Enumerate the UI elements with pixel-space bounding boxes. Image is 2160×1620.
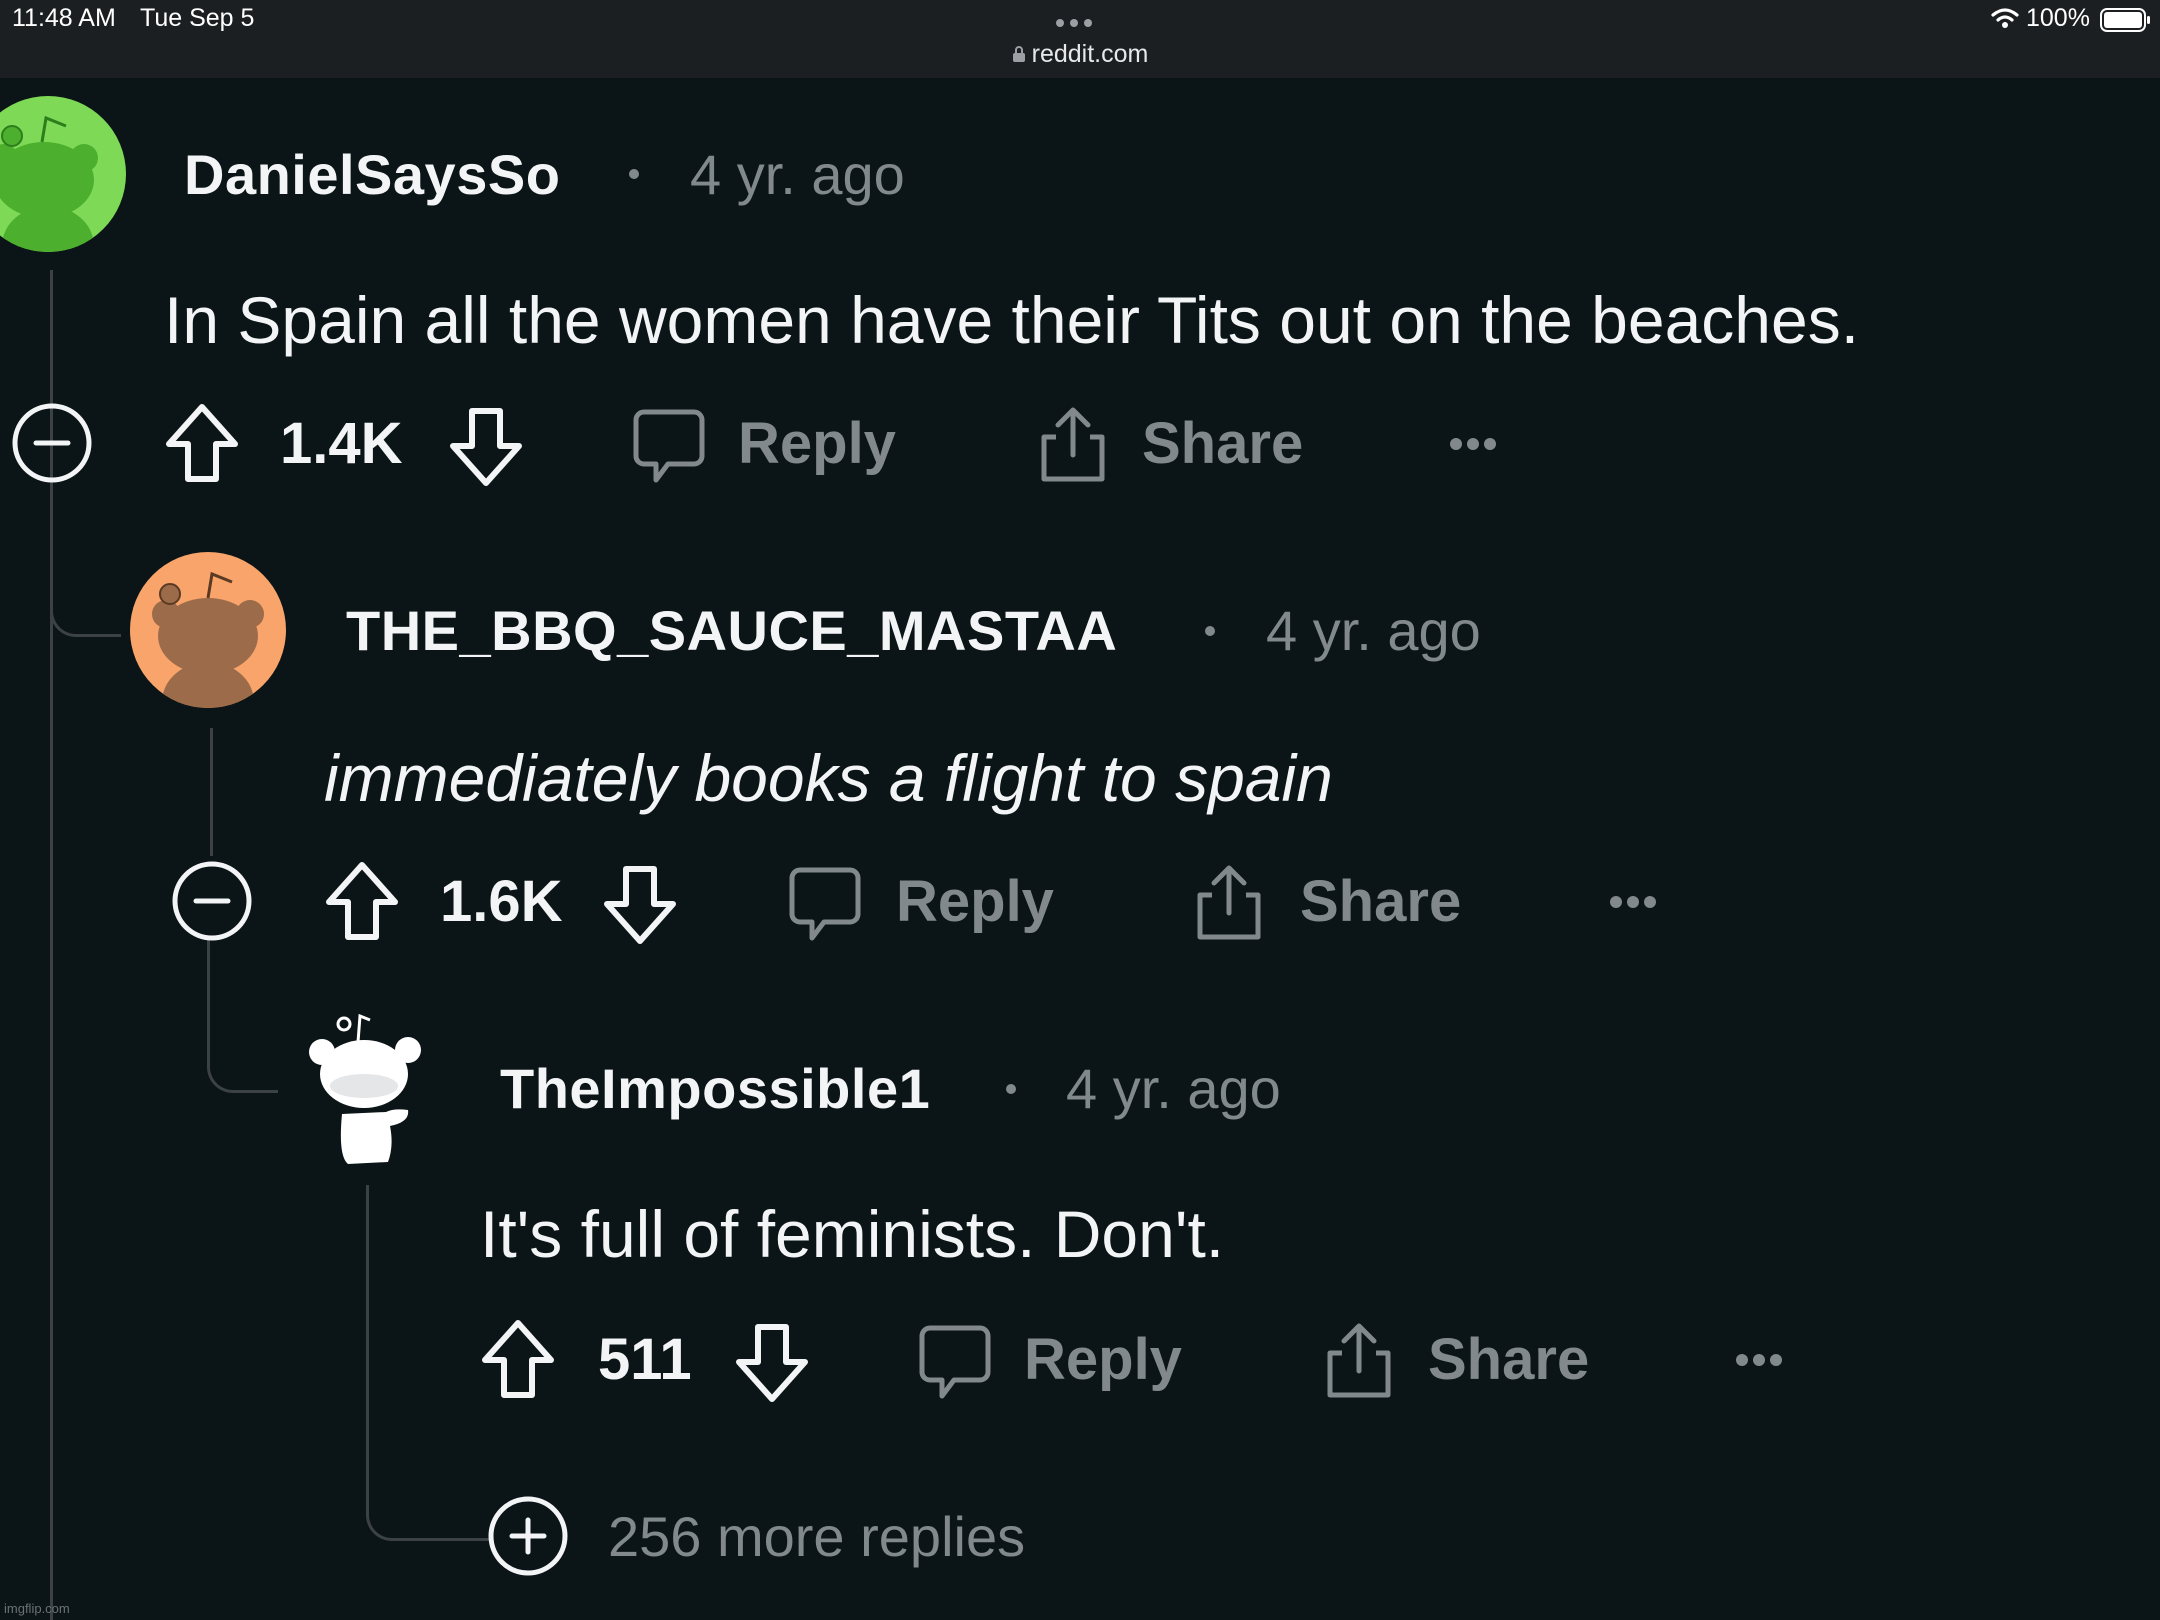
status-time: 11:48 AM xyxy=(12,4,116,32)
share-button[interactable]: Share xyxy=(1428,1326,1589,1393)
more-options-icon[interactable] xyxy=(1734,1352,1784,1368)
more-replies-link[interactable]: 256 more replies xyxy=(608,1504,1025,1569)
vote-count: 1.6K xyxy=(440,869,563,934)
reply-button[interactable]: Reply xyxy=(738,410,896,477)
downvote-icon[interactable] xyxy=(602,864,678,946)
vote-count: 1.4K xyxy=(280,411,403,476)
reply-icon[interactable] xyxy=(918,1324,992,1402)
comment-timestamp[interactable]: 4 yr. ago xyxy=(690,142,905,207)
share-icon[interactable] xyxy=(1192,863,1266,943)
battery-icon xyxy=(2100,8,2152,32)
separator-dot xyxy=(1006,1084,1016,1094)
vote-count: 511 xyxy=(598,1327,692,1392)
lock-icon xyxy=(1012,41,1026,70)
upvote-icon[interactable] xyxy=(164,402,240,484)
wifi-icon xyxy=(1990,6,2020,30)
reply-button[interactable]: Reply xyxy=(896,868,1054,935)
thread-connector-3 xyxy=(366,1330,495,1541)
separator-dot xyxy=(629,169,639,179)
comment-timestamp[interactable]: 4 yr. ago xyxy=(1266,598,1481,663)
tab-overview-dots-icon[interactable] xyxy=(1056,14,1098,32)
separator-dot xyxy=(1205,626,1215,636)
comment-timestamp[interactable]: 4 yr. ago xyxy=(1066,1056,1281,1121)
upvote-icon[interactable] xyxy=(480,1318,556,1400)
browser-status-bar: 11:48 AM Tue Sep 5 reddit.com 100% xyxy=(0,0,2160,78)
comment-body: immediately books a flight to spain xyxy=(324,741,1333,815)
collapse-icon[interactable] xyxy=(12,403,92,483)
more-options-icon[interactable] xyxy=(1448,436,1498,452)
url-text: reddit.com xyxy=(1031,40,1149,68)
thread-line-2[interactable] xyxy=(210,728,213,856)
watermark: imgflip.com xyxy=(4,1601,70,1616)
reply-icon[interactable] xyxy=(632,408,706,486)
downvote-icon[interactable] xyxy=(448,406,524,488)
downvote-icon[interactable] xyxy=(734,1322,810,1404)
status-date: Tue Sep 5 xyxy=(140,4,255,32)
expand-icon[interactable] xyxy=(488,1496,568,1576)
share-button[interactable]: Share xyxy=(1142,410,1303,477)
avatar[interactable] xyxy=(130,552,286,708)
collapse-icon[interactable] xyxy=(172,861,252,941)
avatar[interactable] xyxy=(0,96,126,252)
thread-connector-2 xyxy=(207,940,278,1093)
comment-body: In Spain all the women have their Tits o… xyxy=(164,283,1860,357)
share-button[interactable]: Share xyxy=(1300,868,1461,935)
avatar[interactable] xyxy=(298,1006,428,1172)
comment-body: It's full of feminists. Don't. xyxy=(480,1197,1225,1271)
share-icon[interactable] xyxy=(1322,1321,1396,1401)
battery-percent: 100% xyxy=(2026,4,2090,32)
address-bar[interactable]: reddit.com xyxy=(0,40,2160,70)
comment-username[interactable]: DanielSaysSo xyxy=(184,142,560,207)
comment-username[interactable]: THE_BBQ_SAUCE_MASTAA xyxy=(346,598,1117,663)
more-options-icon[interactable] xyxy=(1608,894,1658,910)
reply-icon[interactable] xyxy=(788,866,862,944)
comment-username[interactable]: TheImpossible1 xyxy=(500,1056,930,1121)
upvote-icon[interactable] xyxy=(324,860,400,942)
share-icon[interactable] xyxy=(1036,405,1110,485)
reply-button[interactable]: Reply xyxy=(1024,1326,1182,1393)
thread-connector-1 xyxy=(50,560,121,637)
